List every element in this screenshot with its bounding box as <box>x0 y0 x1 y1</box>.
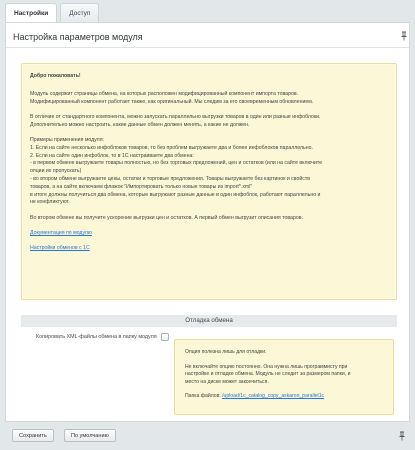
hint-line: Опция полезна лишь для отладки. <box>185 349 267 355</box>
folder-link[interactable]: /upload/1c_catalog_copy_askaron_parallel… <box>222 393 324 399</box>
hint-warning: Не включайте опцию постоянно. Она нужна … <box>185 364 383 387</box>
hint-warning-line: место на диске может закончиться. <box>185 378 269 385</box>
difference-line: В отличие от стандартного компонента, мо… <box>30 113 321 120</box>
debug-hint: Опция полезна лишь для отладки. Не включ… <box>174 339 394 415</box>
difference-line: Дополнительно можно настроить, какие дан… <box>30 121 250 128</box>
hint-folder: Папка файлов: /upload/1c_catalog_copy_as… <box>185 393 383 401</box>
exchange-settings-link[interactable]: Настройки обменов с 1С <box>30 245 388 253</box>
footer-bar: Сохранить По умолчанию <box>5 424 410 446</box>
hint-warning-line: настройке и отладке обмена. Модуль не сл… <box>185 371 351 377</box>
pin-icon[interactable] <box>398 431 406 441</box>
examples-line: в итоге должны получиться два обмена, ко… <box>30 191 321 198</box>
page-title: Настройка параметров модуля <box>13 32 143 42</box>
hint-warning-line: Не включайте опцию постоянно. Она нужна … <box>185 363 348 370</box>
title-divider <box>6 47 409 48</box>
welcome-heading: Добро пожаловать! <box>30 73 81 79</box>
intro-text: Модуль содержит страницы обмена, на кото… <box>30 91 388 107</box>
docs-link[interactable]: Документация по модулю <box>30 230 388 238</box>
copy-xml-label: Копировать XML-файлы обмена в папку моду… <box>36 334 157 340</box>
result-text: Во втором обмене вы получите ускорение в… <box>30 214 303 221</box>
tab-bar: Настройки Доступ <box>5 3 100 23</box>
tab-settings[interactable]: Настройки <box>5 3 58 23</box>
tab-access[interactable]: Доступ <box>60 3 100 23</box>
save-button[interactable]: Сохранить <box>12 429 54 442</box>
examples-line: опции их пропускать) <box>30 168 82 175</box>
examples-line: 1. Если на сайте несколько инфоблоков то… <box>30 144 313 151</box>
copy-xml-checkbox[interactable] <box>160 333 169 341</box>
examples-line: товаров, а на сайте включаем флажок "Имп… <box>30 183 253 190</box>
examples-line: - в первом обмене выгружаете товары полн… <box>30 160 323 167</box>
examples-line: не конфликтуют. <box>30 199 70 206</box>
folder-label: Папка файлов: <box>185 393 221 399</box>
examples-text: Примеры применения модуля: 1. Если на са… <box>30 137 388 207</box>
examples-line: Примеры применения модуля: <box>30 136 104 143</box>
intro-line: Модифицированный компонент работает такж… <box>30 98 314 105</box>
welcome-note: Добро пожаловать! Модуль содержит страни… <box>21 63 397 300</box>
intro-line: Модуль содержит страницы обмена, на кото… <box>30 90 299 97</box>
examples-line: - во втором обмене выгружаете цены, оста… <box>30 175 310 182</box>
settings-panel: Настройка параметров модуля Добро пожало… <box>5 22 410 422</box>
difference-text: В отличие от стандартного компонента, мо… <box>30 114 388 130</box>
pin-icon[interactable] <box>400 31 408 41</box>
defaults-button[interactable]: По умолчанию <box>64 429 116 442</box>
debug-section-header: Отладка обмена <box>21 315 397 327</box>
copy-xml-row: Копировать XML-файлы обмена в папку моду… <box>36 331 169 343</box>
